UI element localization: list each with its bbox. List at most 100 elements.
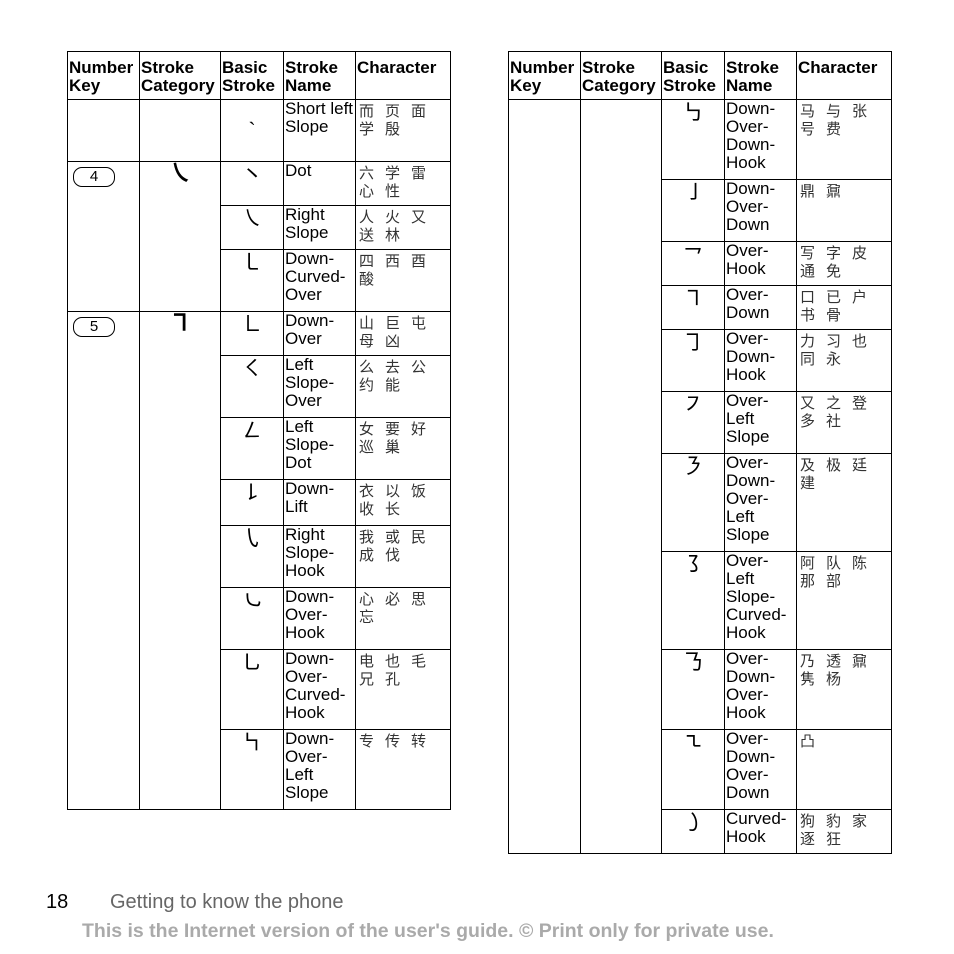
table-header-row: Number Key Stroke Category Basic Stroke … bbox=[67, 51, 451, 100]
character-examples: 口已户书骨 bbox=[798, 286, 890, 324]
header-stroke-category: Stroke Category bbox=[139, 51, 221, 100]
header-number-key: Number Key bbox=[508, 51, 581, 100]
stroke-name-cell: Right Slope bbox=[283, 205, 356, 250]
stroke-category-icon: ㇏ bbox=[168, 158, 192, 187]
key-5-icon: 5 bbox=[73, 317, 115, 337]
example-character: 能 bbox=[385, 376, 401, 394]
basic-stroke-cell: ㇄ bbox=[220, 249, 284, 312]
basic-stroke-cell: ㇆ bbox=[661, 329, 725, 392]
example-character: 那 bbox=[800, 572, 816, 590]
example-character: 鼐 bbox=[826, 182, 842, 200]
example-character: 陈 bbox=[852, 554, 868, 572]
example-character: 也 bbox=[385, 652, 401, 670]
example-character: 巨 bbox=[385, 314, 401, 332]
example-character: 送 bbox=[359, 226, 375, 244]
stroke-name-cell: Left Slope-​Dot bbox=[283, 417, 356, 480]
basic-stroke-cell: ㇋ bbox=[661, 453, 725, 552]
example-character: 也 bbox=[852, 332, 868, 350]
example-character: 学 bbox=[359, 120, 375, 138]
basic-stroke-icon: ㇋ bbox=[681, 455, 704, 480]
basic-stroke-cell: ㇍ bbox=[661, 729, 725, 810]
character-examples: 心必思忘 bbox=[357, 588, 449, 626]
example-character: 页 bbox=[385, 102, 401, 120]
example-character: 字 bbox=[826, 244, 842, 262]
stroke-name-cell: Curved-​Hook bbox=[724, 809, 797, 854]
example-character: 忘 bbox=[359, 608, 375, 626]
example-character: 阿 bbox=[800, 554, 816, 572]
stroke-name-cell: Down-​Over-​Down bbox=[724, 179, 797, 242]
basic-stroke-cell: ㇚ bbox=[661, 179, 725, 242]
basic-stroke-cell: ˏ bbox=[220, 99, 284, 162]
example-character: 毛 bbox=[411, 652, 427, 670]
character-examples: 女要好巡巢 bbox=[357, 418, 449, 456]
example-character: 长 bbox=[385, 500, 401, 518]
section-title: Getting to know the phone bbox=[110, 891, 344, 913]
example-character: 廷 bbox=[852, 456, 868, 474]
example-character: 逐 bbox=[800, 830, 816, 848]
example-character: 号 bbox=[800, 120, 816, 138]
character-cell: 马与张号费 bbox=[796, 99, 892, 180]
stroke-name-cell: Over-​Left Slope bbox=[724, 391, 797, 454]
example-character: 专 bbox=[359, 732, 375, 750]
example-character: 登 bbox=[852, 394, 868, 412]
example-character: 又 bbox=[800, 394, 816, 412]
example-character: 林 bbox=[385, 226, 401, 244]
basic-stroke-cell: ㇇ bbox=[661, 391, 725, 454]
example-character: 公 bbox=[411, 358, 427, 376]
character-examples: 狗豹家逐狂 bbox=[798, 810, 890, 848]
basic-stroke-icon: ㇁ bbox=[681, 811, 704, 836]
example-character: 电 bbox=[359, 652, 375, 670]
example-character: 孔 bbox=[385, 670, 401, 688]
header-basic-stroke: Basic Stroke bbox=[661, 51, 725, 100]
table-row: 5 ㇕ ㇗ Down-​Over 山巨屯母凶 bbox=[67, 308, 451, 810]
stroke-name-cell: Down-​Over bbox=[283, 311, 356, 356]
example-character: 伐 bbox=[385, 546, 401, 564]
basic-stroke-cell: ㇖ bbox=[661, 241, 725, 286]
example-character: 衣 bbox=[359, 482, 375, 500]
example-character: 凸 bbox=[800, 732, 816, 750]
example-character: 透 bbox=[826, 652, 842, 670]
stroke-name-cell: Over-​Down bbox=[724, 285, 797, 330]
example-character: 写 bbox=[800, 244, 816, 262]
stroke-name-cell: Over-​Hook bbox=[724, 241, 797, 286]
header-character: Character bbox=[355, 51, 451, 100]
basic-stroke-cell: ㇛ bbox=[220, 355, 284, 418]
character-cell: 写字皮通免 bbox=[796, 241, 892, 286]
basic-stroke-icon: ㇜ bbox=[240, 419, 263, 444]
stroke-category-icon: ㇕ bbox=[168, 308, 192, 337]
example-character: 饭 bbox=[411, 482, 427, 500]
character-cell: 凸 bbox=[796, 729, 892, 810]
example-character: 心 bbox=[359, 182, 375, 200]
character-examples: 专传转 bbox=[357, 730, 449, 750]
character-cell: 及极廷建 bbox=[796, 453, 892, 552]
basic-stroke-icon: ㇍ bbox=[681, 731, 704, 756]
basic-stroke-icon: ㇕ bbox=[681, 287, 704, 312]
stroke-table-left: Number Key Stroke Category Basic Stroke … bbox=[67, 51, 451, 810]
example-character: 以 bbox=[385, 482, 401, 500]
example-character: 同 bbox=[800, 350, 816, 368]
example-character: 口 bbox=[800, 288, 816, 306]
character-examples: 阿队陈那部 bbox=[798, 552, 890, 590]
example-character: 已 bbox=[826, 288, 842, 306]
example-character: 张 bbox=[852, 102, 868, 120]
character-examples: 么去公约能 bbox=[357, 356, 449, 394]
stroke-category-cell bbox=[139, 99, 221, 162]
basic-stroke-icon: ㇉ bbox=[681, 101, 704, 126]
example-character: 社 bbox=[826, 412, 842, 430]
stroke-name-cell: Dot bbox=[283, 161, 356, 206]
header-stroke-category: Stroke Category bbox=[580, 51, 662, 100]
example-character: 火 bbox=[385, 208, 401, 226]
example-character: 部 bbox=[826, 572, 842, 590]
copyright-note: This is the Internet version of the user… bbox=[82, 920, 774, 942]
example-character: 费 bbox=[826, 120, 842, 138]
character-cell: 狗豹家逐狂 bbox=[796, 809, 892, 854]
character-cell: 又之登多社 bbox=[796, 391, 892, 454]
character-cell: 阿队陈那部 bbox=[796, 551, 892, 650]
character-examples: 六学雷心性 bbox=[357, 162, 449, 200]
basic-stroke-cell: ㇉ bbox=[661, 99, 725, 180]
character-cell: 人火又送林 bbox=[355, 205, 451, 250]
example-character: 与 bbox=[826, 102, 842, 120]
example-character: 转 bbox=[411, 732, 427, 750]
basic-stroke-icon: ˏ bbox=[248, 101, 256, 126]
example-character: 好 bbox=[411, 420, 427, 438]
